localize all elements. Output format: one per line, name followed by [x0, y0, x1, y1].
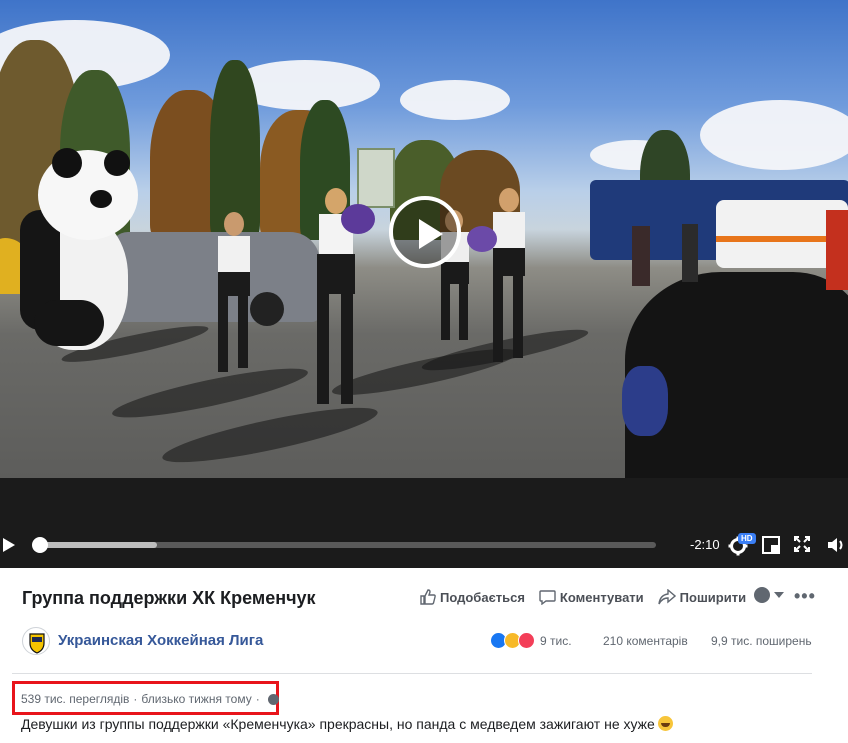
video-frame[interactable]: [0, 0, 848, 478]
shares-count[interactable]: 9,9 тис. поширень: [711, 634, 812, 648]
comment-bubble-icon: [539, 590, 556, 605]
seek-bar[interactable]: [40, 542, 656, 548]
video-controls: -2:10 HD: [0, 528, 848, 562]
meta-separator: ·: [255, 692, 260, 706]
bystander: [826, 210, 848, 290]
buffer-bar: [40, 542, 158, 548]
page-logo[interactable]: [22, 627, 50, 655]
reactions-summary[interactable]: 9 тис.: [490, 632, 572, 649]
picture-in-picture-icon[interactable]: [762, 536, 780, 554]
play-button[interactable]: [389, 196, 461, 268]
post-description-text: Девушки из группы поддержки «Кременчука»…: [21, 716, 655, 732]
bystander: [632, 226, 650, 286]
hd-badge: HD: [738, 533, 756, 544]
comments-count[interactable]: 210 коментарів: [603, 634, 688, 648]
panda-ear: [52, 148, 82, 178]
comment-button[interactable]: Коментувати: [539, 589, 644, 605]
time-remaining: -2:10: [690, 537, 720, 552]
ellipsis-icon[interactable]: •••: [794, 586, 816, 607]
reactions-count: 9 тис.: [540, 633, 572, 648]
cheerleader: [212, 212, 258, 372]
panda-eye: [90, 190, 112, 208]
post-as-selector[interactable]: [754, 587, 784, 603]
comment-label: Коментувати: [559, 589, 644, 605]
share-arrow-icon: [657, 589, 676, 605]
page-name-link[interactable]: Украинская Хоккейная Лига: [58, 632, 263, 649]
post-description: Девушки из группы поддержки «Кременчука»…: [21, 716, 673, 732]
like-label: Подобається: [440, 589, 525, 605]
cheerleader: [305, 188, 375, 408]
cloud: [700, 100, 848, 170]
smile-emoji-icon: [657, 716, 673, 731]
like-button[interactable]: Подобається: [420, 589, 525, 605]
play-icon[interactable]: [2, 537, 16, 553]
thumbs-up-icon: [420, 589, 436, 605]
meta-separator: ·: [133, 692, 138, 706]
panda-ear: [104, 150, 130, 176]
post-actions: Подобається Коментувати Поширити: [420, 586, 760, 608]
views-count: 539 тис. переглядів: [21, 692, 130, 706]
video-player[interactable]: -2:10 HD: [0, 0, 848, 568]
globe-icon: [267, 693, 279, 705]
fullscreen-icon[interactable]: [794, 536, 810, 552]
post-meta: 539 тис. переглядів · близько тижня тому…: [21, 692, 279, 706]
share-button[interactable]: Поширити: [657, 589, 747, 605]
profile-avatar-icon: [754, 587, 770, 603]
seek-handle[interactable]: [32, 537, 48, 553]
share-label: Поширити: [679, 589, 747, 605]
post-timestamp[interactable]: близько тижня тому: [141, 692, 251, 706]
cheerleader: [467, 188, 535, 363]
play-icon: [419, 219, 443, 249]
chevron-down-icon: [774, 592, 784, 598]
volume-icon[interactable]: [826, 535, 846, 555]
divider: [12, 673, 812, 674]
love-reaction-icon: [518, 632, 535, 649]
league-logo-icon: [29, 633, 45, 654]
panda-leg: [34, 300, 104, 346]
post-title: Группа поддержки ХК Кременчук: [22, 588, 316, 608]
bystander: [682, 224, 698, 282]
cloud: [400, 80, 510, 120]
bear-costume-blue: [622, 366, 668, 436]
